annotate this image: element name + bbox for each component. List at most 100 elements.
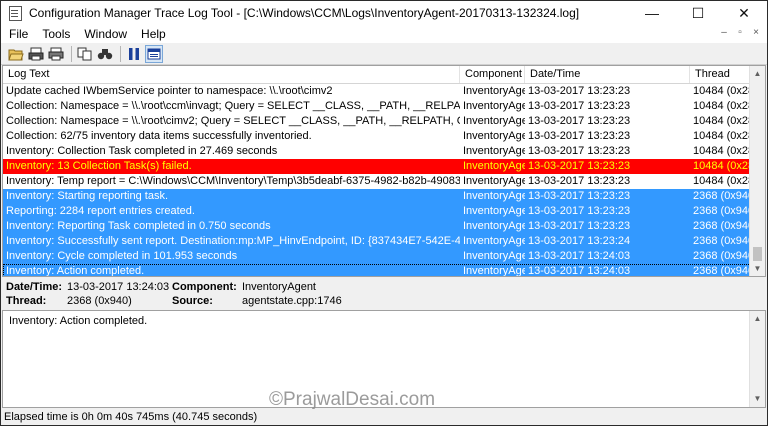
component-cell: InventoryAgen	[463, 220, 525, 232]
datetime-cell: 13-03-2017 13:23:23	[528, 85, 631, 97]
minimize-button[interactable]: —	[629, 1, 675, 25]
datetime-cell: 13-03-2017 13:23:23	[528, 175, 631, 187]
open-icon[interactable]	[7, 45, 25, 63]
log-row[interactable]: Inventory: Starting reporting task. Inven…	[3, 189, 751, 204]
log-text-cell: Inventory: Cycle completed in 101.953 se…	[6, 250, 238, 262]
thread-cell: 10484 (0x28F4)	[693, 160, 751, 172]
log-text-cell: Collection: Namespace = \\.\root\cimv2; …	[6, 115, 460, 127]
log-text-cell: Reporting: 2284 report entries created.	[6, 205, 195, 217]
title-bar[interactable]: Configuration Manager Trace Log Tool - […	[1, 1, 767, 25]
log-row[interactable]: Collection: Namespace = \\.\root\ccm\inv…	[3, 99, 751, 114]
log-text-cell: Collection: Namespace = \\.\root\ccm\inv…	[6, 100, 460, 112]
toolbar	[1, 43, 767, 65]
menu-window[interactable]: Window	[77, 27, 134, 41]
child-restore-button[interactable]: ▫	[733, 27, 747, 40]
log-row[interactable]: Inventory: Cycle completed in 101.953 se…	[3, 249, 751, 264]
thread-cell: 10484 (0x28F4)	[693, 130, 751, 142]
log-row[interactable]: Reporting: 2284 report entries created. I…	[3, 204, 751, 219]
vertical-scrollbar[interactable]: ▲ ▼	[749, 66, 765, 276]
datetime-label: Date/Time:	[6, 281, 63, 293]
log-row[interactable]: Inventory: Reporting Task completed in 0…	[3, 219, 751, 234]
component-cell: InventoryAgen	[463, 130, 525, 142]
column-header-thread[interactable]: Thread	[690, 66, 751, 83]
component-cell: InventoryAgen	[463, 190, 525, 202]
datetime-cell: 13-03-2017 13:23:23	[528, 145, 631, 157]
watermark: ©PrajwalDesai.com	[269, 389, 436, 410]
toolbar-separator	[120, 45, 121, 62]
log-row[interactable]: Inventory: Collection Task completed in …	[3, 144, 751, 159]
component-cell: InventoryAgen	[463, 265, 525, 277]
component-cell: InventoryAgen	[463, 145, 525, 157]
log-text-cell: Inventory: Successfully sent report. Des…	[6, 235, 460, 247]
thread-cell: 2368 (0x940)	[693, 235, 751, 247]
menu-help[interactable]: Help	[134, 27, 173, 41]
datetime-cell: 13-03-2017 13:24:03	[528, 265, 631, 277]
scroll-down-icon[interactable]: ▼	[750, 261, 765, 276]
component-value: InventoryAgent	[242, 281, 316, 293]
status-bar: Elapsed time is 0h 0m 40s 745ms (40.745 …	[1, 409, 767, 425]
log-row[interactable]: Collection: 62/75 inventory data items s…	[3, 129, 751, 144]
log-text-cell: Inventory: Starting reporting task.	[6, 190, 169, 202]
thread-cell: 10484 (0x28F4)	[693, 175, 751, 187]
log-text-cell: Update cached IWbemService pointer to na…	[6, 85, 333, 97]
thread-cell: 2368 (0x940)	[693, 190, 751, 202]
menu-file[interactable]: File	[1, 27, 35, 41]
thread-cell: 10484 (0x28F4)	[693, 115, 751, 127]
log-row[interactable]: Inventory: Successfully sent report. Des…	[3, 234, 751, 249]
log-text-cell: Inventory: 13 Collection Task(s) failed.	[6, 160, 192, 172]
column-header-datetime[interactable]: Date/Time	[525, 66, 690, 83]
thread-cell: 10484 (0x28F4)	[693, 85, 751, 97]
log-row[interactable]: Inventory: 13 Collection Task(s) failed.…	[3, 159, 751, 174]
app-window: Configuration Manager Trace Log Tool - […	[0, 0, 768, 426]
maximize-button[interactable]: ☐	[675, 1, 721, 25]
details-panel: Date/Time: 13-03-2017 13:24:03 Component…	[2, 278, 766, 310]
status-text: Elapsed time is 0h 0m 40s 745ms (40.745 …	[4, 411, 258, 423]
component-cell: InventoryAgen	[463, 100, 525, 112]
component-cell: InventoryAgen	[463, 160, 525, 172]
datetime-cell: 13-03-2017 13:24:03	[528, 250, 631, 262]
copy-icon[interactable]	[76, 45, 94, 63]
component-cell: InventoryAgen	[463, 85, 525, 97]
child-minimize-button[interactable]: –	[717, 27, 731, 40]
thread-cell: 2368 (0x940)	[693, 220, 751, 232]
scroll-thumb[interactable]	[753, 247, 762, 261]
log-row[interactable]: Inventory: Temp report = C:\Windows\CCM\…	[3, 174, 751, 189]
column-header-log-text[interactable]: Log Text	[3, 66, 460, 83]
log-text-cell: Inventory: Reporting Task completed in 0…	[6, 220, 271, 232]
log-text-cell: Inventory: Collection Task completed in …	[6, 145, 278, 157]
log-row[interactable]: Inventory: Action completed. InventoryAge…	[3, 264, 751, 277]
find-icon[interactable]	[96, 45, 114, 63]
datetime-cell: 13-03-2017 13:23:23	[528, 205, 631, 217]
print-icon[interactable]	[47, 45, 65, 63]
thread-value: 2368 (0x940)	[67, 295, 132, 307]
source-value: agentstate.cpp:1746	[242, 295, 342, 307]
log-text-cell: Inventory: Action completed.	[6, 265, 145, 277]
log-rows: Update cached IWbemService pointer to na…	[3, 84, 751, 277]
log-text-cell: Inventory: Temp report = C:\Windows\CCM\…	[6, 175, 460, 187]
message-text: Inventory: Action completed.	[9, 315, 148, 327]
pause-icon[interactable]	[125, 45, 143, 63]
message-scrollbar[interactable]: ▲ ▼	[749, 311, 765, 407]
child-close-button[interactable]: ×	[749, 27, 763, 40]
message-scroll-up-icon[interactable]: ▲	[750, 311, 765, 326]
print-setup-icon[interactable]	[27, 45, 45, 63]
thread-cell: 10484 (0x28F4)	[693, 100, 751, 112]
component-cell: InventoryAgen	[463, 205, 525, 217]
scroll-up-icon[interactable]: ▲	[750, 66, 765, 81]
column-header-component[interactable]: Component	[460, 66, 525, 83]
thread-cell: 2368 (0x940)	[693, 250, 751, 262]
highlight-icon[interactable]	[145, 44, 163, 63]
log-row[interactable]: Collection: Namespace = \\.\root\cimv2; …	[3, 114, 751, 129]
message-scroll-down-icon[interactable]: ▼	[750, 391, 765, 406]
close-button[interactable]: ✕	[721, 1, 767, 25]
menu-tools[interactable]: Tools	[35, 27, 77, 41]
log-text-cell: Collection: 62/75 inventory data items s…	[6, 130, 312, 142]
source-label: Source:	[172, 295, 213, 307]
datetime-cell: 13-03-2017 13:23:23	[528, 190, 631, 202]
datetime-cell: 13-03-2017 13:23:23	[528, 220, 631, 232]
log-grid[interactable]: Log Text Component Date/Time Thread Upda…	[2, 65, 766, 277]
component-cell: InventoryAgen	[463, 115, 525, 127]
datetime-cell: 13-03-2017 13:23:23	[528, 160, 631, 172]
log-row[interactable]: Update cached IWbemService pointer to na…	[3, 84, 751, 99]
window-title: Configuration Manager Trace Log Tool - […	[29, 6, 580, 20]
